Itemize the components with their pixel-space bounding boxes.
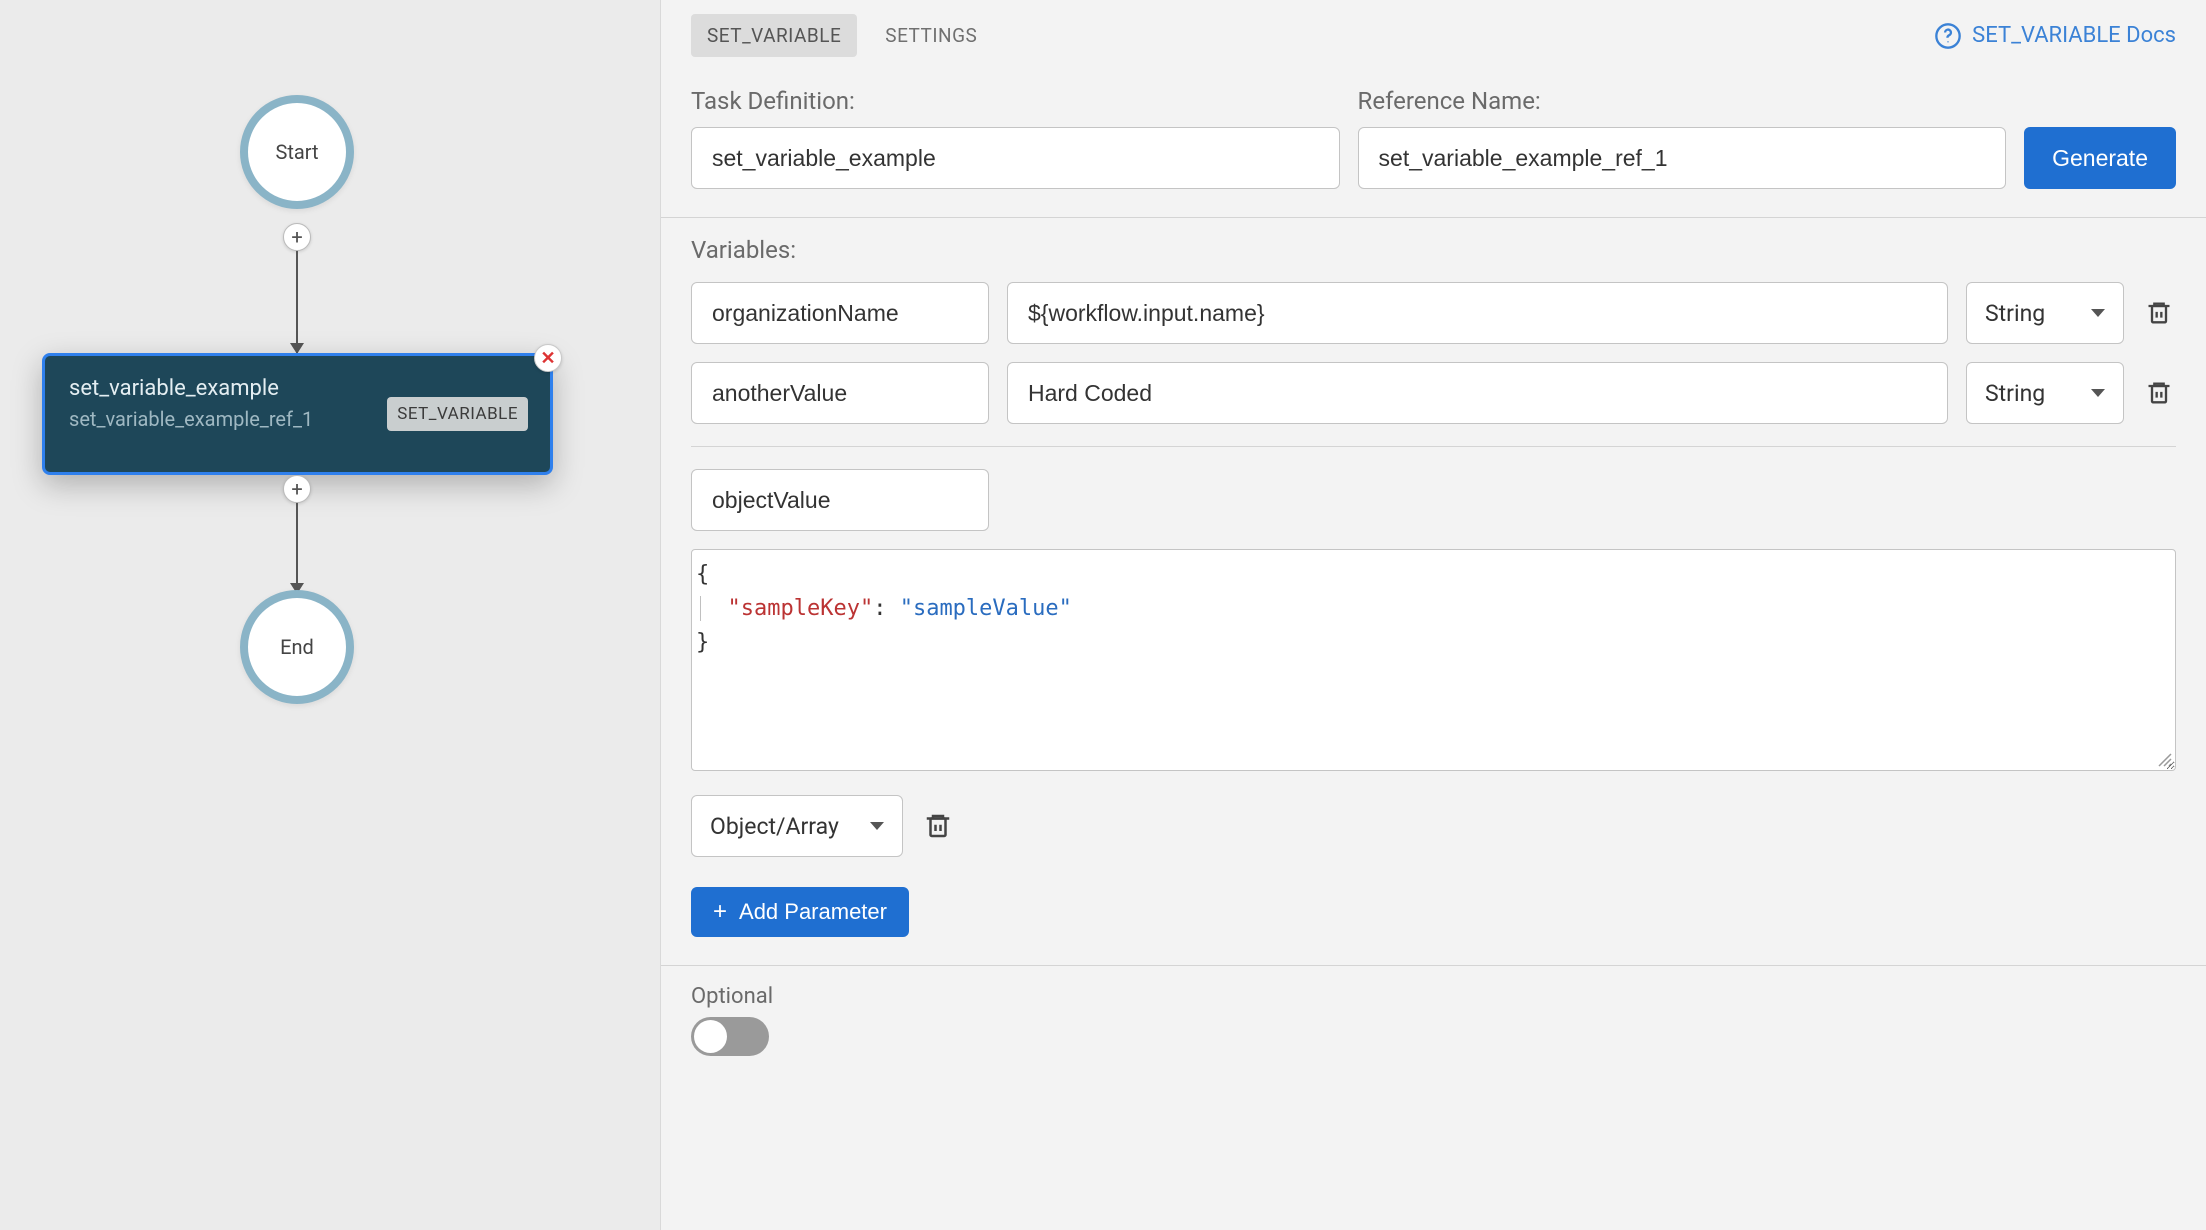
add-node-button[interactable]: + [283,223,311,251]
code-value: "sampleValue" [900,596,1072,621]
edge-arrow [296,503,298,595]
add-parameter-button[interactable]: + Add Parameter [691,887,909,937]
variable-type-select[interactable]: Object/Array [691,795,903,857]
variable-name-input[interactable] [691,362,989,424]
delete-variable-button[interactable] [2142,296,2176,330]
task-node-type-chip: SET_VARIABLE [387,397,528,431]
properties-panel: SET_VARIABLE SETTINGS SET_VARIABLE Docs … [660,0,2206,1230]
tab-settings[interactable]: SETTINGS [869,14,993,57]
variable-name-input[interactable] [691,282,989,344]
docs-link-label: SET_VARIABLE Docs [1972,23,2176,48]
trash-icon [2145,378,2173,408]
chevron-down-icon [2091,389,2105,397]
variables-label: Variables: [691,236,2176,264]
json-editor[interactable]: { "sampleKey": "sampleValue" } [691,549,2176,771]
start-node[interactable]: Start [240,95,354,209]
end-node[interactable]: End [240,590,354,704]
variable-type-label: String [1985,380,2045,407]
code-brace: } [696,630,709,655]
reference-name-input[interactable] [1358,127,2007,189]
variable-row: String [691,362,2176,424]
task-definition-label: Task Definition: [691,87,1340,115]
code-colon: : [873,596,900,621]
trash-icon [923,810,953,842]
delete-variable-button[interactable] [921,809,955,843]
add-node-button[interactable]: + [283,475,311,503]
optional-toggle[interactable] [691,1017,769,1056]
docs-link[interactable]: SET_VARIABLE Docs [1934,22,2176,50]
chevron-down-icon [2091,309,2105,317]
resize-handle-icon [2155,750,2173,768]
task-node[interactable]: ✕ set_variable_example set_variable_exam… [42,353,553,475]
toggle-knob [694,1020,727,1053]
close-icon[interactable]: ✕ [534,344,562,372]
code-brace: { [696,562,709,587]
task-definition-input[interactable] [691,127,1340,189]
variable-type-label: Object/Array [710,813,839,840]
variable-type-select[interactable]: String [1966,362,2124,424]
reference-name-label: Reference Name: [1358,87,2007,115]
trash-icon [2145,298,2173,328]
code-indent [701,596,728,621]
plus-icon: + [713,900,727,924]
variable-type-select[interactable]: String [1966,282,2124,344]
variable-value-input[interactable] [1007,362,1948,424]
tab-set-variable[interactable]: SET_VARIABLE [691,14,857,57]
variable-type-label: String [1985,300,2045,327]
end-label: End [280,635,314,659]
delete-variable-button[interactable] [2142,376,2176,410]
generate-button[interactable]: Generate [2024,127,2176,189]
chevron-down-icon [870,822,884,830]
variable-value-input[interactable] [1007,282,1948,344]
workflow-canvas[interactable]: Start + ✕ set_variable_example set_varia… [0,0,660,1230]
help-icon [1934,22,1962,50]
variable-row: String [691,282,2176,344]
start-label: Start [275,140,318,164]
variable-name-input[interactable] [691,469,989,531]
code-key: "sampleKey" [728,596,874,621]
add-parameter-label: Add Parameter [739,899,887,925]
optional-label: Optional [691,984,2176,1009]
variable-row [691,469,2176,531]
